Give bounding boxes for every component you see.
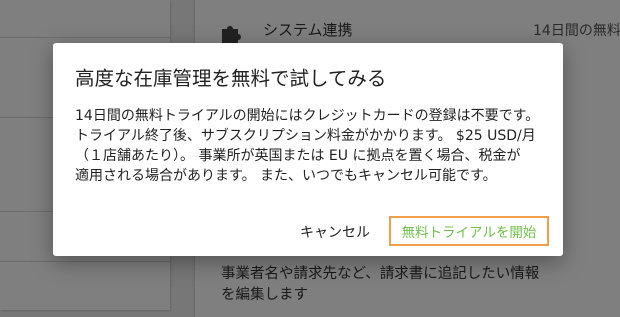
cancel-button[interactable]: キャンセル (295, 219, 375, 245)
dialog-body-line: （１店舗あたり）。 事業所が英国または EU に拠点を置く場合、税金が (75, 148, 521, 164)
dialog-body-line: トライアル終了後、サブスクリプション料金がかかります。 $25 USD/月 (75, 128, 536, 144)
dialog-body-line: 適用される場合があります。 また、いつでもキャンセル可能です。 (75, 168, 497, 184)
page: システム連携 14日間の無料 事業者名や請求先など、請求書に追記したい情報を編集… (0, 0, 620, 317)
dialog-body-line: 14日間の無料トライアルの開始にはクレジットカードの登録は不要です。 (75, 108, 540, 124)
start-free-trial-button[interactable]: 無料トライアルを開始 (389, 216, 549, 246)
free-trial-dialog: 高度な在庫管理を無料で試してみる 14日間の無料トライアルの開始にはクレジットカ… (53, 43, 563, 256)
dialog-title: 高度な在庫管理を無料で試してみる (75, 67, 387, 90)
dialog-body: 14日間の無料トライアルの開始にはクレジットカードの登録は不要です。 トライアル… (75, 106, 545, 186)
